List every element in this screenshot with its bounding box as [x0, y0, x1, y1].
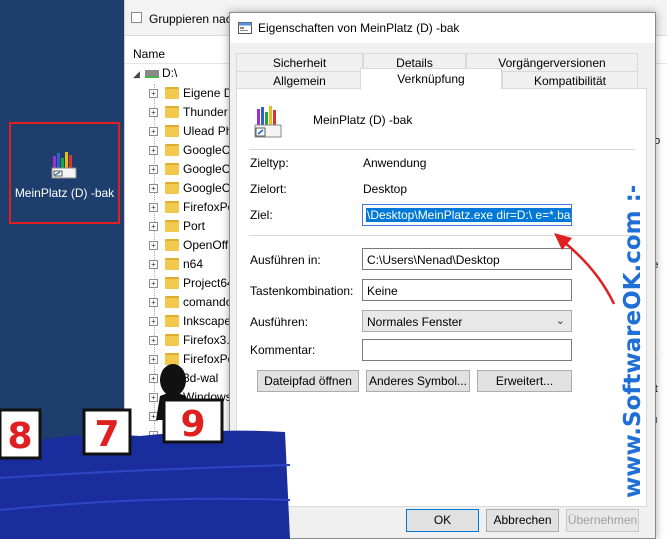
comment-label: Kommentar: [250, 343, 316, 357]
expand-icon[interactable]: + [149, 108, 158, 117]
folder-name: Project64 [183, 276, 234, 290]
advanced-button[interactable]: Erweitert... [477, 370, 572, 392]
folder-icon [165, 258, 179, 270]
expand-icon[interactable]: + [149, 298, 158, 307]
chevron-down-icon: ⌄ [555, 315, 565, 327]
ziel-label: Ziel: [250, 208, 273, 222]
comment-input[interactable] [362, 339, 572, 361]
zielort-value: Desktop [363, 182, 408, 196]
run-select-value: Normales Fenster [367, 315, 463, 329]
folder-name: GoogleC [183, 162, 231, 176]
run-label: Ausführen: [250, 315, 309, 329]
folder-icon [165, 87, 179, 99]
folder-name: comando [183, 295, 233, 309]
folder-name: Inkscape [183, 314, 232, 328]
zieltyp-value: Anwendung [363, 156, 427, 170]
folder-icon [165, 125, 179, 137]
folder-icon [165, 334, 179, 346]
change-icon-button[interactable]: Anderes Symbol... [366, 370, 470, 392]
drive-label: D:\ [162, 66, 178, 80]
expand-icon[interactable]: + [149, 222, 158, 231]
folder-name: Port [183, 219, 206, 233]
separator [249, 149, 635, 150]
hotkey-label: Tastenkombination: [250, 284, 354, 298]
properties-icon [238, 22, 252, 34]
folder-icon [165, 144, 179, 156]
expand-icon[interactable]: + [149, 203, 158, 212]
folder-icon [165, 220, 179, 232]
score-card-2: 7 [94, 414, 119, 455]
run-select[interactable]: Normales Fenster ⌄ [362, 310, 572, 332]
apply-button[interactable]: Übernehmen [566, 509, 639, 532]
judges-illustration: 8 7 9 [0, 364, 290, 539]
folder-name: Eigene D [183, 86, 233, 100]
shortcut-app-icon [254, 106, 282, 138]
folder-name: OpenOff [183, 238, 229, 252]
folder-icon [165, 106, 179, 118]
tab-verknuepfung[interactable]: Verknüpfung [360, 68, 502, 90]
folder-icon [165, 296, 179, 308]
desktop-shortcut[interactable]: MeinPlatz (D) -bak [9, 122, 120, 224]
folder-name: Ulead Ph [183, 124, 233, 138]
drive-node[interactable]: ◢ D:\ [133, 66, 177, 84]
zielort-label: Zielort: [250, 182, 287, 196]
watermark-text: www.SoftwareOK.com :-) [620, 186, 646, 498]
tab-sicherheit[interactable]: Sicherheit [236, 53, 363, 73]
expand-icon[interactable]: + [149, 317, 158, 326]
drive-icon [145, 69, 159, 78]
folder-icon [165, 277, 179, 289]
expand-icon[interactable]: + [149, 336, 158, 345]
checkbox[interactable] [131, 12, 142, 23]
collapse-icon[interactable]: ◢ [133, 69, 142, 80]
score-card-3: 9 [180, 404, 205, 445]
expand-icon[interactable]: + [149, 279, 158, 288]
folder-icon [165, 239, 179, 251]
group-by-label[interactable]: Gruppieren nac [149, 12, 232, 26]
expand-icon[interactable]: + [149, 127, 158, 136]
meinplatz-app-icon [51, 152, 77, 179]
cancel-button[interactable]: Abbrechen [486, 509, 559, 532]
folder-icon [165, 315, 179, 327]
start-in-label: Ausführen in: [250, 253, 321, 267]
folder-name: Thunder [183, 105, 228, 119]
folder-name: GoogleC [183, 181, 231, 195]
dialog-title: Eigenschaften von MeinPlatz (D) -bak [258, 21, 460, 35]
expand-icon[interactable]: + [149, 184, 158, 193]
softwareok-watermark: www.SoftwareOK.com :-) [620, 186, 647, 498]
folder-icon [165, 182, 179, 194]
shortcut-name: MeinPlatz (D) -bak [313, 113, 413, 127]
folder-name: FirefoxPo [183, 200, 235, 214]
expand-icon[interactable]: + [149, 165, 158, 174]
expand-icon[interactable]: + [149, 241, 158, 250]
desktop-shortcut-label: MeinPlatz (D) -bak [14, 186, 115, 200]
score-card-1: 8 [7, 416, 32, 457]
folder-icon [165, 201, 179, 213]
expand-icon[interactable]: + [149, 146, 158, 155]
dialog-titlebar: Eigenschaften von MeinPlatz (D) -bak [230, 13, 655, 43]
expand-icon[interactable]: + [149, 89, 158, 98]
folder-name: GoogleC [183, 143, 231, 157]
zieltyp-label: Zieltyp: [250, 156, 289, 170]
ok-button[interactable]: OK [406, 509, 479, 532]
folder-name: Firefox3. [183, 333, 230, 347]
column-name[interactable]: Name [133, 47, 165, 61]
expand-icon[interactable]: + [149, 260, 158, 269]
folder-icon [165, 163, 179, 175]
folder-name: n64 [183, 257, 204, 271]
